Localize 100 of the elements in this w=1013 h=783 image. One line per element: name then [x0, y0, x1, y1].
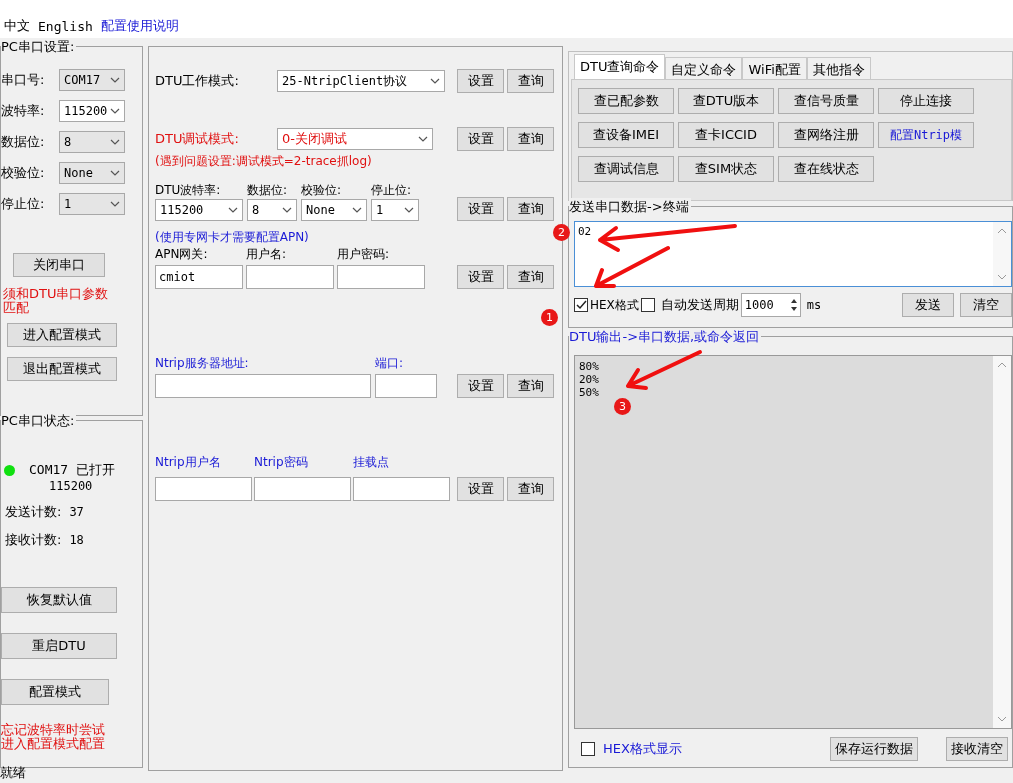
command-button[interactable]: 查在线状态	[778, 156, 874, 182]
field-label: 端口:	[375, 355, 405, 372]
counter-label: 发送计数:	[5, 503, 62, 522]
scrollbar[interactable]	[993, 222, 1011, 286]
mode-button[interactable]: 退出配置模式	[7, 357, 117, 381]
action-button[interactable]: 设置	[457, 265, 504, 289]
caret-icon	[110, 139, 120, 145]
help-link[interactable]: 配置使用说明	[100, 17, 179, 35]
action-button[interactable]: 查询	[507, 374, 554, 398]
action-button[interactable]: 清空	[960, 293, 1012, 317]
input-field[interactable]	[254, 477, 351, 501]
command-button[interactable]: 查卡ICCID	[678, 122, 774, 148]
dropdown[interactable]: 8	[59, 131, 125, 153]
scroll-down-icon[interactable]	[997, 274, 1007, 280]
input-field[interactable]	[353, 477, 450, 501]
caret-icon	[418, 136, 428, 142]
field-label: Ntrip密码	[254, 454, 309, 471]
tab[interactable]: 自定义命令	[665, 57, 743, 79]
dropdown[interactable]: None	[59, 162, 125, 184]
scroll-up-icon[interactable]	[997, 228, 1007, 234]
action-button[interactable]: 查询	[507, 477, 554, 501]
action-button[interactable]: 查询	[507, 69, 554, 93]
command-button[interactable]: 查DTU版本	[678, 88, 774, 114]
field-label: 波特率:	[1, 102, 46, 120]
command-button[interactable]: 查调试信息	[578, 156, 674, 182]
checkbox-label: 自动发送周期	[660, 296, 739, 314]
dropdown[interactable]: 8	[247, 199, 297, 221]
input-field[interactable]	[155, 477, 252, 501]
caret-icon	[352, 207, 362, 213]
command-button[interactable]: 查SIM状态	[678, 156, 774, 182]
mode-button[interactable]: 进入配置模式	[7, 323, 117, 347]
action-button[interactable]: 查询	[507, 265, 554, 289]
action-button[interactable]: 配置模式	[1, 679, 109, 706]
action-button[interactable]: 设置	[457, 127, 504, 151]
field-label: APN网关:	[155, 246, 209, 263]
dropdown[interactable]: 115200	[155, 199, 243, 221]
output-line: 20%	[579, 373, 599, 386]
send-text-area[interactable]: 02	[574, 221, 1012, 287]
input-field[interactable]	[375, 374, 437, 398]
field-label: 挂载点	[353, 454, 390, 471]
output-line: 50%	[579, 386, 599, 399]
caret-icon	[228, 207, 238, 213]
tab[interactable]: DTU查询命令	[574, 54, 666, 79]
scroll-down-icon[interactable]	[997, 716, 1007, 722]
tab[interactable]: WiFi配置	[742, 57, 807, 79]
field-label: DTU波特率:	[155, 182, 222, 199]
command-button[interactable]: 查已配参数	[578, 88, 674, 114]
dropdown[interactable]: None	[301, 199, 367, 221]
hint-text: (使用专网卡才需要配置APN)	[155, 229, 309, 246]
command-button[interactable]: 配置Ntrip模	[878, 122, 974, 148]
field-label: 停止位:	[371, 182, 413, 199]
period-spinner[interactable]: 1000	[740, 293, 801, 317]
tab[interactable]: 其他指令	[806, 57, 871, 79]
caret-icon	[110, 108, 120, 114]
action-button[interactable]: 接收清空	[946, 737, 1008, 761]
counter-label: 接收计数:	[5, 531, 62, 550]
command-button[interactable]: 查设备IMEI	[578, 122, 674, 148]
group-title: 发送串口数据->终端	[569, 198, 691, 216]
action-button[interactable]: 设置	[457, 69, 504, 93]
close-port-button[interactable]: 关闭串口	[13, 253, 105, 277]
dropdown[interactable]: COM17	[59, 69, 125, 91]
language-option[interactable]: 中文	[4, 17, 30, 35]
checkbox-label: HEX格式	[590, 296, 639, 314]
port-status: COM17 已打开	[29, 461, 115, 480]
counter-value: 37	[69, 505, 84, 520]
dropdown[interactable]: 1	[59, 193, 125, 215]
dropdown[interactable]: 1	[371, 199, 419, 221]
field-label: 用户名:	[246, 246, 288, 263]
input-field[interactable]	[246, 265, 334, 289]
action-button[interactable]: 设置	[457, 477, 504, 501]
action-button[interactable]: 设置	[457, 197, 504, 221]
dropdown[interactable]: 0-关闭调试	[277, 128, 433, 150]
action-button[interactable]: 查询	[507, 197, 554, 221]
action-button[interactable]: 恢复默认值	[1, 587, 117, 614]
action-button[interactable]: 发送	[902, 293, 954, 317]
scrollbar[interactable]	[993, 356, 1011, 728]
scroll-up-icon[interactable]	[997, 362, 1007, 368]
command-button[interactable]: 查网络注册	[778, 122, 874, 148]
input-field[interactable]	[155, 374, 371, 398]
caret-icon	[404, 207, 414, 213]
caret-icon	[110, 170, 120, 176]
command-button[interactable]: 查信号质量	[778, 88, 874, 114]
dropdown[interactable]: 115200	[59, 100, 125, 122]
action-button[interactable]: 重启DTU	[1, 633, 117, 660]
checkbox[interactable]	[581, 742, 595, 756]
unit-label: ms	[806, 298, 822, 312]
dropdown[interactable]: 25-NtripClient协议	[277, 70, 445, 92]
field-label: DTU调试模式:	[155, 130, 240, 148]
warning-text: 忘记波特率时尝试进入配置模式配置	[1, 723, 106, 752]
checkbox-label: HEX格式显示	[603, 740, 682, 758]
checkbox[interactable]	[574, 298, 588, 312]
input-field[interactable]: cmiot	[155, 265, 243, 289]
checkbox[interactable]	[640, 298, 655, 312]
action-button[interactable]: 保存运行数据	[830, 737, 918, 761]
input-field[interactable]	[337, 265, 425, 289]
command-button[interactable]: 停止连接	[878, 88, 974, 114]
language-option[interactable]: English	[38, 18, 93, 34]
action-button[interactable]: 设置	[457, 374, 504, 398]
action-button[interactable]: 查询	[507, 127, 554, 151]
caret-icon	[110, 201, 120, 207]
